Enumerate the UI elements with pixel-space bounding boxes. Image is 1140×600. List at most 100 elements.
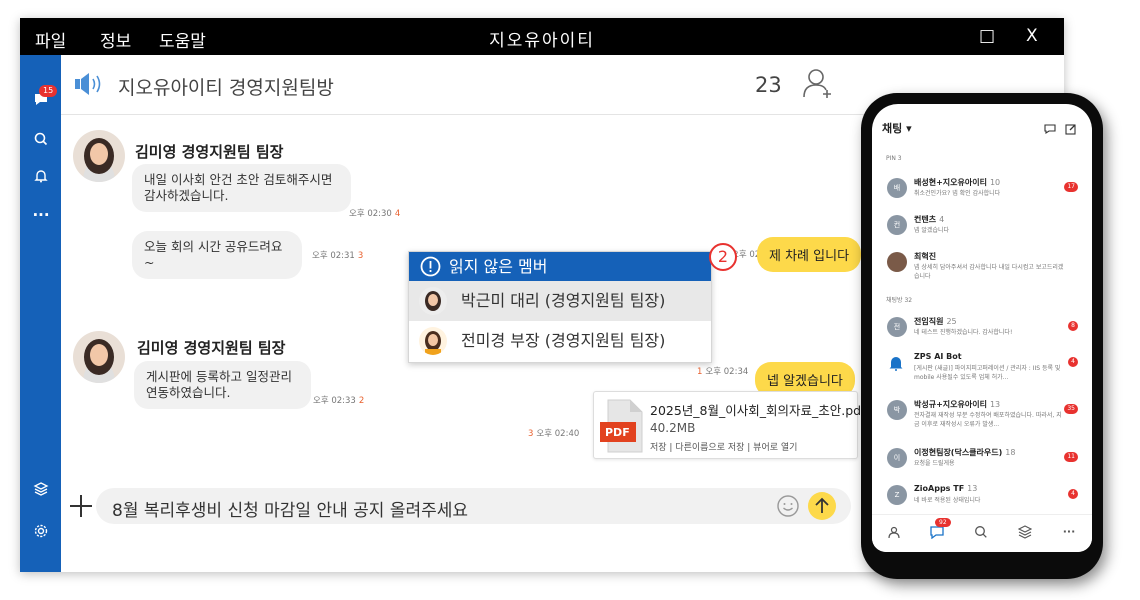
- phone-chat-item[interactable]: 전 전임직원 25 네 테스트 진행하겠습니다. 감사합니다! 8: [872, 313, 1092, 351]
- message-text: 오늘 회의 시간 공유드려요~: [144, 239, 283, 270]
- message-bubble[interactable]: 내일 이사회 안건 초안 검토해주시면 감사하겠습니다.: [132, 164, 351, 212]
- message-meta: 오후 02:30 4: [349, 207, 400, 219]
- chat-avatar: 박: [887, 400, 907, 420]
- chat-name: ZioApps TF 13: [914, 484, 978, 493]
- more-icon[interactable]: ···: [1060, 525, 1078, 543]
- message-time: 오후 02:40: [536, 429, 580, 439]
- search-icon[interactable]: [972, 525, 990, 543]
- chat-icon[interactable]: [1044, 120, 1056, 139]
- message-bubble[interactable]: 게시판에 등록하고 일정관리 연동하였습니다.: [134, 361, 311, 409]
- message-input[interactable]: 8월 복리후생비 신청 마감일 안내 공지 올려주세요: [96, 488, 851, 524]
- phone-title[interactable]: 채팅 ▾: [882, 120, 912, 136]
- unread-count[interactable]: 3: [528, 429, 533, 439]
- member-avatar: [419, 287, 447, 315]
- unread-member-item[interactable]: 박근미 대리 (경영지원팀 팀장): [409, 281, 711, 321]
- chat-name: 전임직원 25: [914, 317, 957, 326]
- chat-avatar: Z: [887, 485, 907, 505]
- chat-avatar: 이: [887, 448, 907, 468]
- phone-chat-item[interactable]: 최혁진 넵 상세히 답아주셔서 감사합니다 내일 다시컴고 보고드리겠습니다: [872, 248, 1092, 286]
- popup-header: 읽지 않은 멤버: [409, 252, 711, 281]
- person-avatar: [887, 252, 907, 272]
- message-line: 게시판에 등록하고 일정관리: [146, 369, 292, 384]
- phone-chat-item[interactable]: 배 배성현+지오유아이티 10 취소건인가요? 넵 확인 감사합니다 17: [872, 174, 1092, 212]
- my-message-bubble[interactable]: 제 차례 입니다: [757, 237, 862, 272]
- phone-chat-item[interactable]: 이 이정현팀장(닥스클라우드) 18 요청을 드릴게용 11: [872, 444, 1092, 482]
- stage: 지오유아이티 파일 정보 도움말 □ X 15 ··· 지오유아이티 경영지원팀…: [0, 0, 1140, 600]
- sender-avatar[interactable]: [73, 130, 125, 182]
- message-line: 감사하겠습니다.: [144, 188, 229, 203]
- close-button[interactable]: X: [1026, 26, 1038, 46]
- chat-icon[interactable]: 15: [31, 85, 58, 111]
- compose-icon[interactable]: [1065, 120, 1077, 139]
- chat-preview: 요청을 드릴게용: [914, 460, 955, 467]
- unread-count-circle: 2: [709, 243, 737, 271]
- add-member-icon[interactable]: [803, 67, 831, 105]
- unread-count[interactable]: 4: [395, 209, 400, 219]
- chat-preview: 넵 상세히 답아주셔서 감사합니다 내일 다시컴고 보고드리겠습니다: [914, 264, 1064, 280]
- emoji-icon[interactable]: [776, 494, 800, 522]
- unread-badge: 11: [1064, 452, 1078, 462]
- send-button[interactable]: [808, 492, 836, 520]
- unread-count[interactable]: 3: [358, 251, 363, 261]
- chat-preview: [게시판 (새글)] 파이지피고퍼레이션 / 관리자 : IIS 등록 및 mo…: [914, 365, 1061, 381]
- member-name: 전미경 부장 (경영지원팀 팀장): [461, 331, 666, 350]
- person-icon[interactable]: [885, 525, 903, 543]
- announcement-speaker-icon[interactable]: [73, 71, 105, 101]
- pdf-label: PDF: [605, 426, 630, 439]
- phone-chat-item[interactable]: 컨 컨텐츠 4 넵 알겠습니다: [872, 211, 1092, 249]
- phone-chat-item[interactable]: 박 박성규+지오유아이티 13 전자결재 재작성 부분 수정하여 배포하였습니다.…: [872, 396, 1092, 434]
- pin-section-label: PIN 3: [886, 155, 902, 162]
- sender-name: 김미영 경영지원팀 팀장: [137, 339, 286, 357]
- chat-preview: 넵 알겠습니다: [914, 227, 950, 234]
- chat-avatar: 컨: [887, 215, 907, 235]
- message-input-text: 8월 복리후생비 신청 마감일 안내 공지 올려주세요: [112, 501, 469, 521]
- unread-members-popup: 읽지 않은 멤버 박근미 대리 (경영지원팀 팀장) 전미경 부장 (경영지원팀…: [408, 251, 712, 363]
- message-bubble[interactable]: 오늘 회의 시간 공유드려요~: [132, 231, 302, 279]
- bell-icon[interactable]: [31, 168, 51, 188]
- chat-preview: 네 테스트 진행하겠습니다. 감사합니다!: [914, 329, 1013, 336]
- sender-avatar[interactable]: [73, 331, 125, 383]
- room-section-label: 채팅방 32: [886, 297, 913, 304]
- unread-member-item[interactable]: 전미경 부장 (경영지원팀 팀장): [409, 321, 711, 361]
- layers-icon[interactable]: [1016, 525, 1034, 543]
- message-meta: 오후 02:31 3: [312, 249, 363, 261]
- message-meta: 3 오후 02:40: [528, 427, 579, 439]
- nav-chat-badge: 92: [935, 518, 951, 527]
- title-bar: 지오유아이티 파일 정보 도움말 □ X: [20, 18, 1064, 55]
- member-avatar: [419, 327, 447, 355]
- unread-badge: 8: [1068, 321, 1078, 331]
- menu-file[interactable]: 파일: [35, 27, 66, 52]
- message-text: 제 차례 입니다: [769, 249, 850, 264]
- settings-gear-icon[interactable]: [31, 523, 51, 543]
- search-icon[interactable]: [31, 131, 51, 151]
- chat-name: 최혁진: [914, 252, 937, 261]
- chat-icon[interactable]: 92: [928, 518, 951, 543]
- message-text: 넵 알겠습니다: [767, 374, 843, 389]
- message-time: 오후 02:30: [349, 209, 392, 219]
- chat-preview: 전자결재 재작성 부분 수정하여 배포하였습니다. 따라서, 지금 이후로 재작…: [914, 412, 1062, 428]
- file-attachment-card[interactable]: PDF 2025년_8월_이사회_회의자료_초안.pdf 40.2MB 저장 |…: [593, 391, 866, 459]
- pdf-file-icon: PDF: [600, 398, 646, 454]
- member-count[interactable]: 23: [755, 73, 782, 97]
- chat-name: ZPS AI Bot: [914, 352, 962, 361]
- plus-icon[interactable]: [69, 494, 93, 522]
- message-line: 연동하였습니다.: [146, 385, 231, 400]
- more-icon[interactable]: ···: [31, 205, 51, 225]
- maximize-button[interactable]: □: [979, 26, 995, 46]
- menu-help[interactable]: 도움말: [159, 27, 206, 52]
- message-time: 오후 02:31: [312, 251, 355, 261]
- chat-avatar: 배: [887, 178, 907, 198]
- unread-count[interactable]: 2: [359, 396, 364, 406]
- file-size: 40.2MB: [650, 421, 696, 435]
- menu-info[interactable]: 정보: [100, 27, 131, 52]
- message-meta: 1 오후 02:34: [697, 365, 748, 377]
- layers-icon[interactable]: [31, 481, 51, 501]
- room-title: 지오유아이티 경영지원팀방: [118, 77, 334, 99]
- member-name: 박근미 대리 (경영지원팀 팀장): [461, 291, 666, 310]
- message-line: 내일 이사회 안건 초안 검토해주시면: [144, 172, 333, 187]
- chat-badge: 15: [39, 85, 58, 97]
- message-time: 오후 02:34: [705, 367, 749, 377]
- unread-count[interactable]: 1: [697, 367, 702, 377]
- phone-chat-item[interactable]: ZPS AI Bot [게시판 (새글)] 파이지피고퍼레이션 / 관리자 : …: [872, 349, 1092, 387]
- file-actions[interactable]: 저장 | 다른이름으로 저장 | 뷰어로 열기: [650, 440, 797, 453]
